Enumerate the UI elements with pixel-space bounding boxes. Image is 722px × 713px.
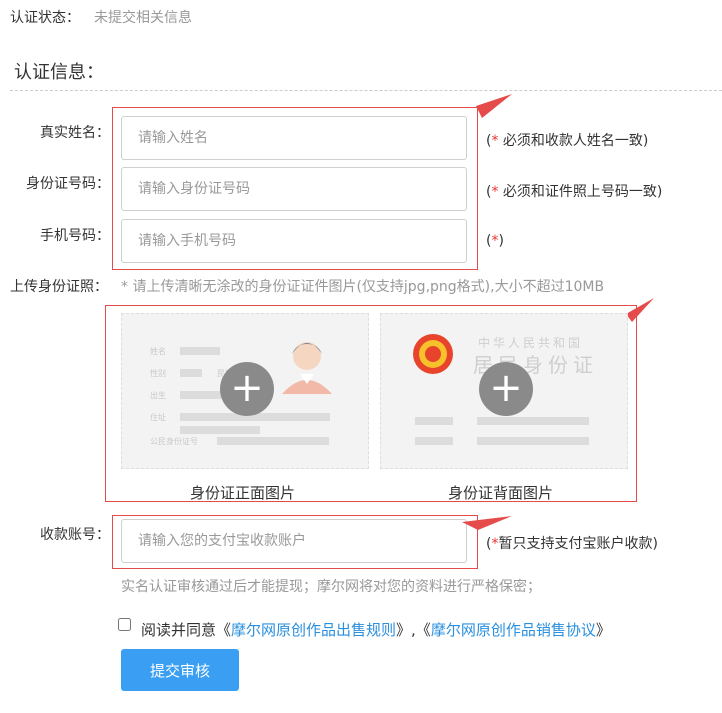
- account-label: 收款账号：: [40, 527, 110, 543]
- card-country: 中华人民共和国: [478, 335, 583, 350]
- arrow-icon: [462, 516, 512, 530]
- id-note: (* 必须和证件照上号码一致): [486, 184, 663, 200]
- section-divider: [10, 90, 722, 91]
- sales-agreement-link[interactable]: 摩尔网原创作品销售协议: [431, 621, 596, 639]
- phone-note-text: ): [498, 233, 504, 249]
- agreement-middle: 》,《: [396, 621, 431, 639]
- card-field-name: 姓名: [150, 346, 166, 356]
- agreement-prefix: 阅读并同意《: [141, 621, 232, 639]
- agreement-checkbox[interactable]: [118, 618, 131, 631]
- upload-label: 上传身份证照：: [10, 279, 108, 295]
- agreement-text: 阅读并同意《摩尔网原创作品出售规则》,《摩尔网原创作品销售协议》: [141, 619, 611, 640]
- id-number-input[interactable]: [121, 167, 467, 211]
- card-field-id-number: 公民身份证号: [150, 436, 198, 446]
- privacy-notice: 实名认证审核通过后才能提现；摩尔网将对您的资料进行严格保密；: [121, 579, 541, 595]
- alipay-account-input[interactable]: [121, 519, 467, 563]
- section-title: 认证信息：: [14, 62, 104, 83]
- id-label: 身份证号码：: [26, 176, 110, 192]
- phone-label: 手机号码：: [40, 228, 110, 244]
- id-back-upload[interactable]: 中华人民共和国 居民身份证 +: [380, 313, 628, 469]
- add-front-image-icon[interactable]: +: [220, 362, 274, 416]
- status-value: 未提交相关信息: [94, 10, 192, 26]
- agreement-suffix: 》: [595, 621, 611, 639]
- back-caption: 身份证背面图片: [448, 484, 554, 502]
- account-note: (*暂只支持支付宝账户收款): [486, 536, 658, 552]
- id-note-text: 必须和证件照上号码一致): [498, 184, 663, 200]
- name-note-text: 必须和收款人姓名一致): [498, 133, 649, 149]
- upload-hint: * 请上传清晰无涂改的身份证证件图片(仅支持jpg,png格式),大小不超过10…: [121, 279, 605, 295]
- card-field-address: 住址: [150, 412, 166, 422]
- phone-note: (*): [486, 233, 504, 249]
- status-label: 认证状态：: [10, 10, 80, 26]
- name-input[interactable]: [121, 116, 467, 160]
- arrow-icon: [476, 94, 512, 118]
- name-note: (* 必须和收款人姓名一致): [486, 133, 649, 149]
- account-note-text: 暂只支持支付宝账户收款): [498, 536, 658, 552]
- card-field-birth: 出生: [150, 390, 166, 400]
- add-back-image-icon[interactable]: +: [479, 362, 533, 416]
- sales-rules-link[interactable]: 摩尔网原创作品出售规则: [231, 621, 396, 639]
- phone-input[interactable]: [121, 219, 467, 263]
- front-caption: 身份证正面图片: [190, 484, 296, 502]
- name-label: 真实姓名：: [40, 125, 110, 141]
- card-field-gender: 性别: [150, 368, 166, 378]
- id-front-upload[interactable]: 姓名 性别 民族 出生 住址 公民身份证号 +: [121, 313, 369, 469]
- submit-review-button[interactable]: 提交审核: [121, 649, 239, 691]
